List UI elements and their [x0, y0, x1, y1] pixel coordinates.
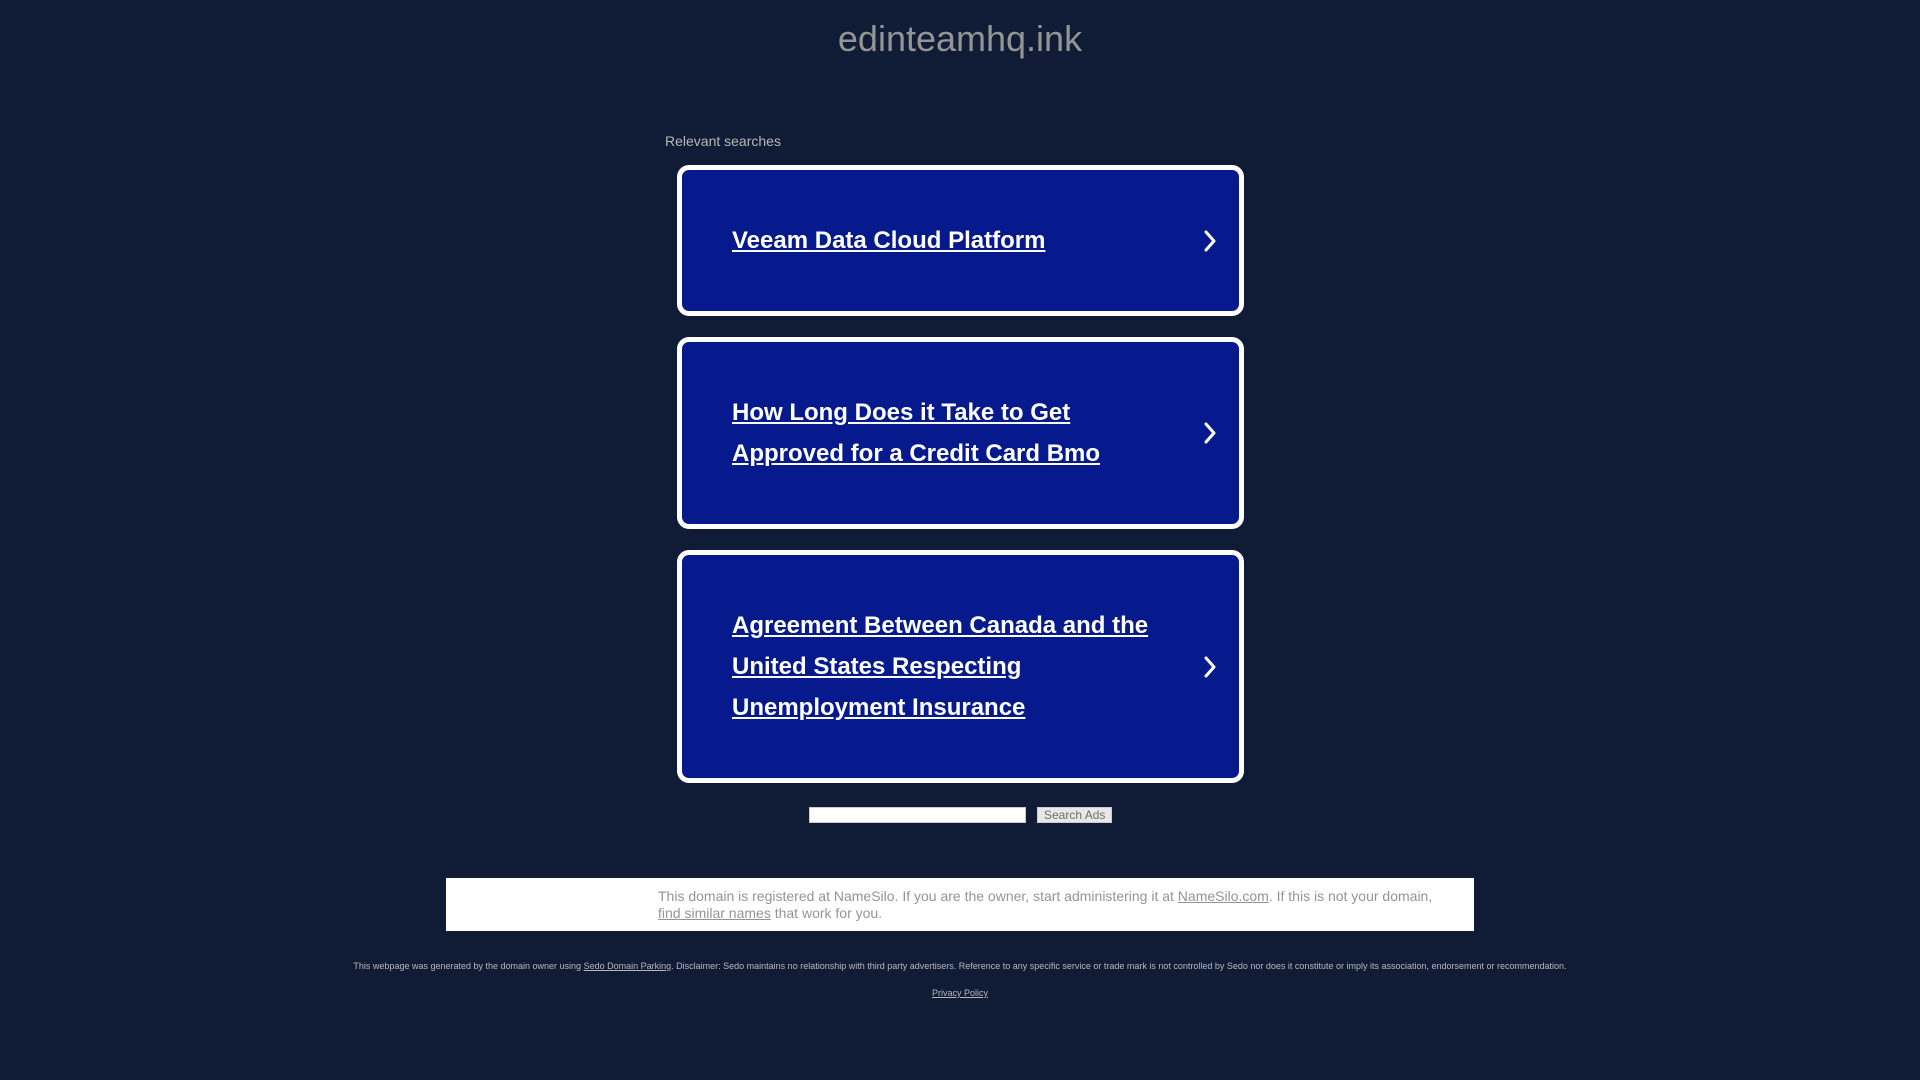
sedo-domain-parking-link[interactable]: Sedo Domain Parking: [584, 961, 672, 971]
search-result-link[interactable]: Veeam Data Cloud Platform: [732, 220, 1182, 261]
notice-text-part: This domain is registered at NameSilo. I…: [658, 888, 1178, 904]
search-result-card[interactable]: How Long Does it Take to Get Approved fo…: [677, 337, 1244, 529]
notice-text-part: that work for you.: [770, 905, 883, 921]
chevron-right-icon: [1204, 422, 1216, 444]
search-ads-button[interactable]: Search Ads: [1037, 807, 1113, 823]
search-ads-form: Search Ads: [809, 807, 1113, 823]
search-result-card[interactable]: Veeam Data Cloud Platform: [677, 165, 1244, 316]
chevron-right-icon: [1204, 230, 1216, 251]
search-results-list: Veeam Data Cloud Platform How Long Does …: [677, 165, 1244, 804]
search-result-card[interactable]: Agreement Between Canada and the United …: [677, 550, 1244, 783]
disclaimer-part: This webpage was generated by the domain…: [353, 961, 584, 971]
search-result-link[interactable]: How Long Does it Take to Get Approved fo…: [732, 392, 1182, 474]
domain-title: edinteamhq.ink: [837, 18, 1083, 59]
domain-notice-text: This domain is registered at NameSilo. I…: [658, 888, 1458, 922]
search-result-link[interactable]: Agreement Between Canada and the United …: [732, 605, 1182, 728]
disclaimer-part: . Disclaimer: Sedo maintains no relation…: [671, 961, 1567, 971]
privacy-policy-row: Privacy Policy: [0, 988, 1920, 998]
disclaimer-text: This webpage was generated by the domain…: [0, 961, 1920, 971]
notice-text-part: . If this is not your domain,: [1268, 888, 1433, 904]
search-input[interactable]: [809, 807, 1026, 823]
find-similar-names-link[interactable]: find similar names: [658, 905, 771, 921]
namesilo-link[interactable]: NameSilo.com: [1178, 888, 1269, 904]
chevron-right-icon: [1204, 656, 1216, 677]
domain-notice-box: This domain is registered at NameSilo. I…: [446, 878, 1474, 931]
page: edinteamhq.ink Relevant searches Veeam D…: [0, 0, 1920, 1080]
relevant-searches-label: Relevant searches: [665, 133, 781, 149]
privacy-policy-link[interactable]: Privacy Policy: [932, 988, 988, 998]
